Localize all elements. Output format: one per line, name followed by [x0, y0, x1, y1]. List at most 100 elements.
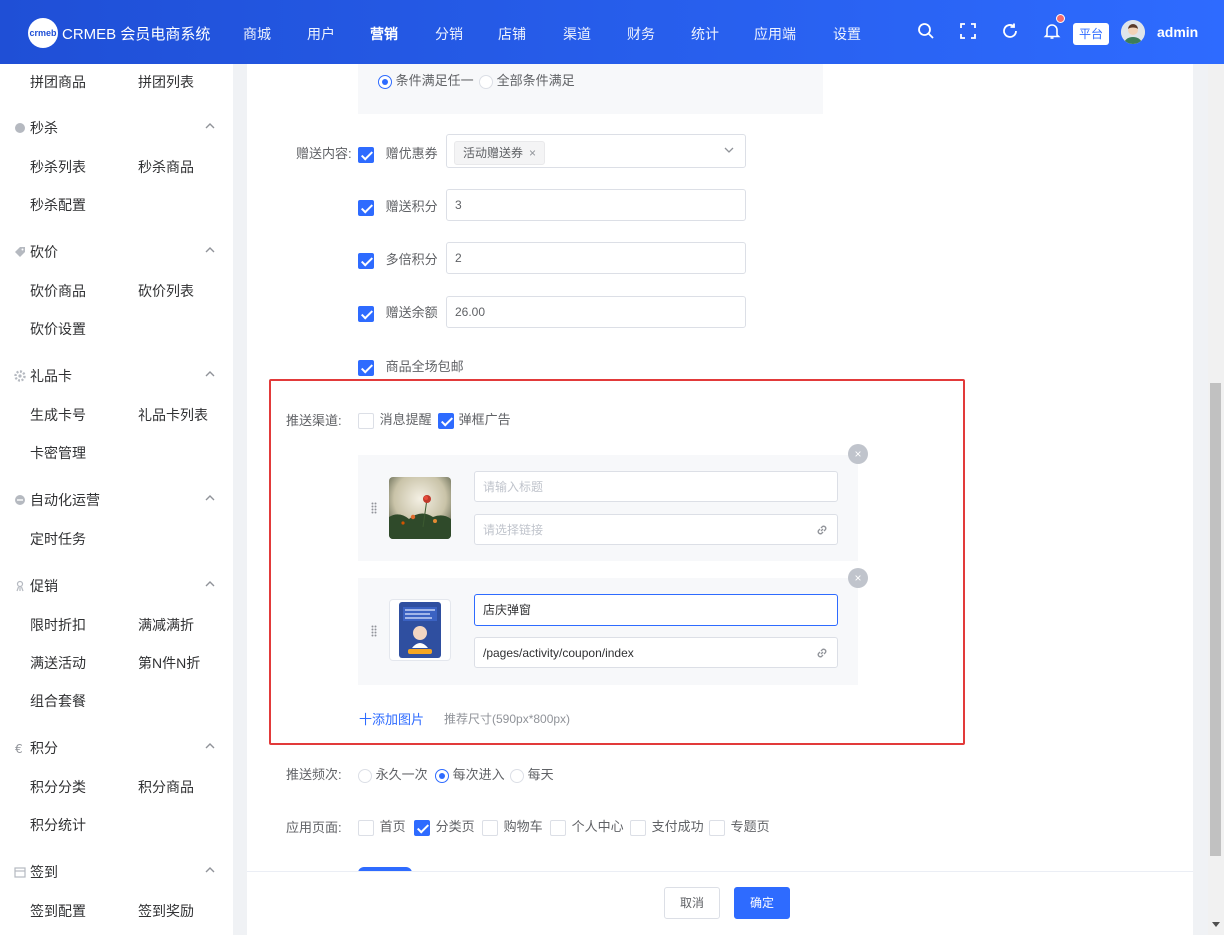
checkbox-checked[interactable] — [438, 412, 454, 429]
confirm-button[interactable]: 确定 — [734, 887, 790, 919]
tag-close-icon[interactable]: × — [529, 146, 536, 160]
link-icon[interactable] — [815, 523, 829, 537]
sidebar-item-nth-discount[interactable]: 第N件N折 — [138, 653, 200, 673]
radio-checked[interactable] — [378, 74, 392, 89]
sidebar-item-group-list[interactable]: 拼团列表 — [138, 72, 194, 92]
nav-item-marketing[interactable]: 营销 — [370, 24, 398, 44]
nav-item-finance[interactable]: 财务 — [627, 24, 655, 44]
remove-image-button[interactable]: × — [848, 444, 868, 464]
gift-balance-input[interactable]: 26.00 — [446, 296, 746, 328]
sidebar-group-points[interactable]: € 积分 — [14, 738, 58, 758]
checkbox-checked[interactable] — [358, 305, 374, 322]
popup-image-thumbnail[interactable] — [389, 599, 451, 661]
remove-image-button[interactable]: × — [848, 568, 868, 588]
refresh-icon[interactable] — [1001, 22, 1019, 40]
chevron-up-icon[interactable] — [205, 741, 215, 751]
checkbox-unchecked[interactable] — [482, 819, 498, 836]
sidebar-item-combo[interactable]: 组合套餐 — [30, 691, 86, 711]
chevron-up-icon[interactable] — [205, 245, 215, 255]
page-cart-checkbox[interactable]: 购物车 — [482, 816, 543, 836]
link-icon[interactable] — [815, 646, 829, 660]
frequency-daily-radio[interactable]: 每天 — [510, 764, 554, 783]
page-profile-checkbox[interactable]: 个人中心 — [550, 816, 624, 836]
chevron-up-icon[interactable] — [205, 121, 215, 131]
sidebar-item-scheduled-task[interactable]: 定时任务 — [30, 529, 86, 549]
sidebar-group-checkin[interactable]: 签到 — [14, 862, 58, 882]
sidebar-item-bargain-settings[interactable]: 砍价设置 — [30, 319, 86, 339]
add-image-button[interactable]: 十添加图片 — [359, 709, 424, 728]
avatar[interactable] — [1121, 20, 1145, 44]
scrollbar-thumb[interactable] — [1210, 383, 1221, 856]
radio-unchecked[interactable] — [510, 768, 524, 783]
radio-unchecked[interactable] — [358, 768, 372, 783]
sidebar-item-points-category[interactable]: 积分分类 — [30, 777, 86, 797]
nav-item-channel[interactable]: 渠道 — [563, 24, 591, 44]
bell-icon[interactable] — [1043, 22, 1061, 40]
page-topic-checkbox[interactable]: 专题页 — [709, 816, 770, 836]
sidebar-group-bargain[interactable]: 砍价 — [14, 242, 58, 262]
page-pay-success-checkbox[interactable]: 支付成功 — [630, 816, 704, 836]
radio-checked[interactable] — [435, 768, 449, 783]
nav-item-statistics[interactable]: 统计 — [691, 24, 719, 44]
radio-unchecked[interactable] — [479, 74, 493, 89]
nav-item-mall[interactable]: 商城 — [243, 24, 271, 44]
drag-handle-icon[interactable] — [371, 625, 377, 637]
page-home-checkbox[interactable]: 首页 — [358, 816, 406, 836]
chevron-up-icon[interactable] — [205, 369, 215, 379]
multi-points-input[interactable]: 2 — [446, 242, 746, 274]
sidebar-group-automation[interactable]: 自动化运营 — [14, 490, 100, 510]
sidebar-item-full-reduction[interactable]: 满减满折 — [138, 615, 194, 635]
free-shipping-checkbox[interactable]: 商品全场包邮 — [358, 356, 464, 376]
gift-coupon-checkbox[interactable]: 赠优惠券 — [358, 143, 438, 163]
checkbox-checked[interactable] — [358, 199, 374, 216]
gift-points-checkbox[interactable]: 赠送积分 — [358, 196, 438, 216]
scroll-down-icon[interactable] — [1212, 922, 1220, 927]
fullscreen-icon[interactable] — [959, 22, 977, 40]
frequency-each-radio[interactable]: 每次进入 — [435, 764, 505, 783]
sidebar-item-full-gift[interactable]: 满送活动 — [30, 653, 86, 673]
checkbox-unchecked[interactable] — [630, 819, 646, 836]
sidebar-item-bargain-goods[interactable]: 砍价商品 — [30, 281, 86, 301]
checkbox-checked[interactable] — [358, 359, 374, 376]
nav-item-distribution[interactable]: 分销 — [435, 24, 463, 44]
search-icon[interactable] — [917, 22, 935, 40]
sidebar-item-bargain-list[interactable]: 砍价列表 — [138, 281, 194, 301]
sidebar-group-promotion[interactable]: 促销 — [14, 576, 58, 596]
checkbox-unchecked[interactable] — [550, 819, 566, 836]
sidebar-group-giftcard[interactable]: 礼品卡 — [14, 366, 72, 386]
nav-item-users[interactable]: 用户 — [307, 24, 335, 44]
gift-balance-checkbox[interactable]: 赠送余额 — [358, 302, 438, 322]
popup-title-input[interactable]: 店庆弹窗 — [474, 594, 838, 626]
checkbox-checked[interactable] — [358, 146, 374, 163]
checkbox-checked[interactable] — [358, 252, 374, 269]
platform-switch[interactable]: 平台 — [1073, 23, 1109, 45]
sidebar-item-checkin-config[interactable]: 签到配置 — [30, 901, 86, 921]
sidebar-item-points-stats[interactable]: 积分统计 — [30, 815, 86, 835]
frequency-once-radio[interactable]: 永久一次 — [358, 764, 428, 783]
nav-item-settings[interactable]: 设置 — [833, 24, 861, 44]
cancel-button[interactable]: 取消 — [664, 887, 720, 919]
chevron-up-icon[interactable] — [205, 579, 215, 589]
sidebar-item-generate-card[interactable]: 生成卡号 — [30, 405, 86, 425]
sidebar-item-seckill-config[interactable]: 秒杀配置 — [30, 195, 86, 215]
gift-points-input[interactable]: 3 — [446, 189, 746, 221]
channel-message-checkbox[interactable]: 消息提醒 — [358, 409, 432, 429]
chevron-down-icon[interactable] — [724, 145, 734, 155]
sidebar-item-checkin-reward[interactable]: 签到奖励 — [138, 901, 194, 921]
popup-image-thumbnail[interactable] — [389, 477, 451, 539]
drag-handle-icon[interactable] — [371, 502, 377, 514]
popup-title-input[interactable]: 请输入标题 — [474, 471, 838, 502]
sidebar-item-points-goods[interactable]: 积分商品 — [138, 777, 194, 797]
sidebar-item-card-secret[interactable]: 卡密管理 — [30, 443, 86, 463]
sidebar-item-group-goods[interactable]: 拼团商品 — [30, 72, 86, 92]
chevron-up-icon[interactable] — [205, 865, 215, 875]
checkbox-unchecked[interactable] — [358, 819, 374, 836]
sidebar-group-seckill[interactable]: 秒杀 — [14, 118, 58, 138]
condition-all-radio[interactable]: 全部条件满足 — [479, 70, 575, 89]
sidebar-item-giftcard-list[interactable]: 礼品卡列表 — [138, 405, 208, 425]
app-logo[interactable]: crmeb CRMEB 会员电商系统 — [28, 18, 210, 48]
nav-item-store[interactable]: 店铺 — [498, 24, 526, 44]
page-category-checkbox[interactable]: 分类页 — [414, 816, 475, 836]
checkbox-unchecked[interactable] — [358, 412, 374, 429]
nav-item-apps[interactable]: 应用端 — [754, 24, 796, 44]
